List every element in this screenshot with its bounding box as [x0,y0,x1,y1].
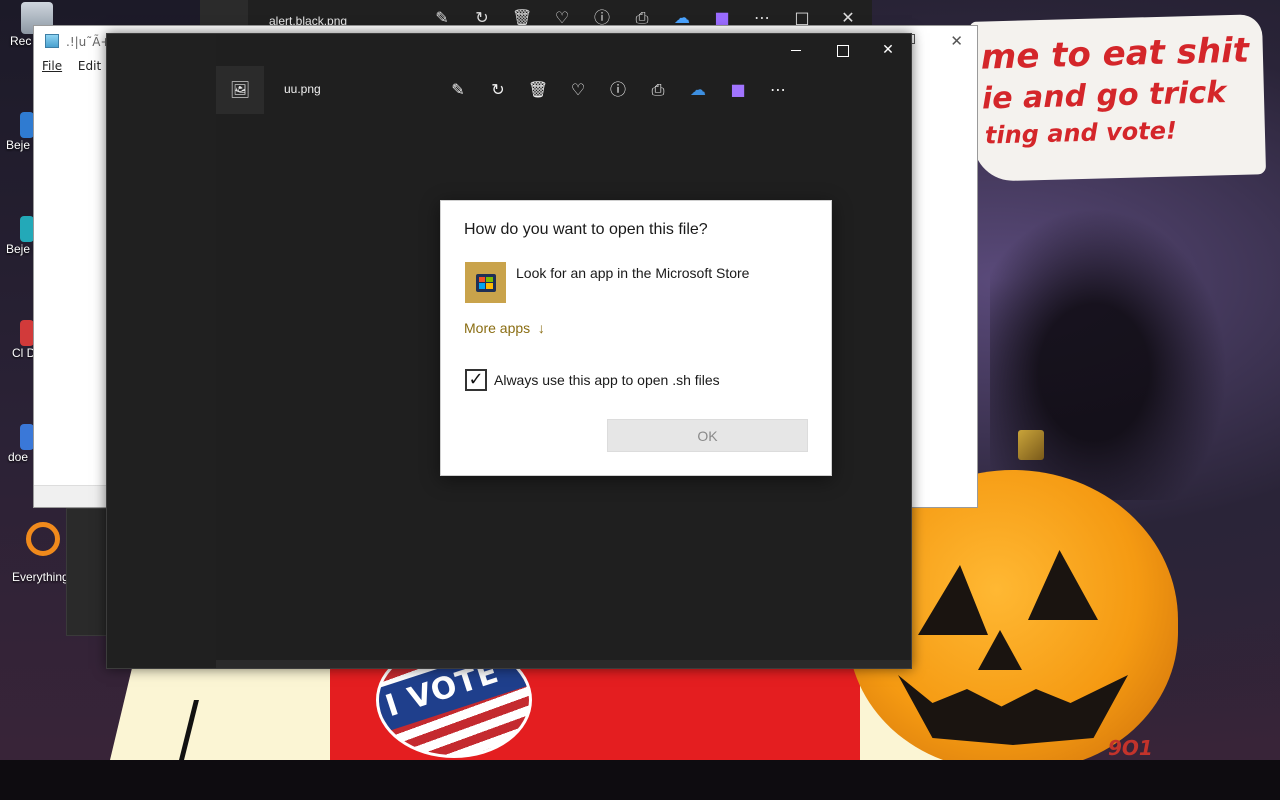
maximize-button[interactable] [819,34,865,66]
always-use-checkbox[interactable]: ✓ [465,369,487,391]
app-shortcut-icon [20,424,34,450]
desktop-icon-game-3[interactable]: Cl D [0,320,36,360]
microsoft-store-icon[interactable] [465,262,506,303]
more-apps-link[interactable]: More apps ↓ [464,320,545,336]
more-apps-label: More apps [464,320,531,336]
wallpaper-bottom-strip [0,760,1280,800]
notepad-icon [45,34,59,48]
favorite-icon[interactable]: ♡ [566,78,590,102]
desktop-icon-app[interactable]: doe [0,424,36,464]
notepad-menubar: File Edit [42,59,113,73]
photos-bottom-bar [216,660,911,668]
edit-icon[interactable]: ✎ [446,78,470,102]
more-icon[interactable]: ⋯ [766,78,790,102]
photos-left-rail [107,34,216,668]
print-icon[interactable]: ⎙ [646,78,670,102]
game-shortcut-icon [20,216,34,242]
clipchamp-icon[interactable]: ■ [726,78,750,102]
photos-toolbar: 🖼 uu.png ✎ ↻ 🗑 ♡ ⓘ ⎙ ☁ ■ ⋯ [216,66,911,114]
open-with-dialog: How do you want to open this file? Look … [440,200,832,476]
arrow-down-icon: ↓ [534,320,545,336]
banner-line-1: me to eat shit [980,30,1250,78]
desktop-icon-label: doe [8,450,29,464]
menu-file[interactable]: File [42,59,62,73]
desktop-icon-label: Beje D [6,138,36,152]
delete-icon[interactable]: 🗑 [526,78,550,102]
always-use-label[interactable]: Always use this app to open .sh files [494,372,720,388]
wallpaper-banner: me to eat shit ie and go trick ting and … [969,14,1267,182]
game-shortcut-icon [20,112,34,138]
rotate-icon[interactable]: ↻ [486,78,510,102]
notepad-statusbar [34,485,108,507]
banner-line-2: ie and go trick [981,75,1227,117]
search-app-icon [26,522,60,556]
desktop-icon-everything[interactable]: Everything [4,522,74,584]
desktop-icon-label: Beje D [6,242,36,256]
pumpkin-label: 9O1 [1108,736,1153,760]
store-option-label[interactable]: Look for an app in the Microsoft Store [516,265,749,281]
ok-button[interactable]: OK [607,419,808,452]
file-name: uu.png [284,82,321,96]
dialog-title: How do you want to open this file? [464,221,708,238]
desktop-icon-game-1[interactable]: Beje D [0,112,36,152]
desktop-icon-label: Everything [12,570,69,584]
wallpaper-small-icon [1018,430,1044,460]
image-file-icon[interactable]: 🖼 [216,66,264,114]
banner-line-3: ting and vote! [984,116,1178,150]
close-button[interactable]: ✕ [865,34,911,66]
background-window-fragment [66,508,108,636]
desktop-icon-game-2[interactable]: Beje D [0,216,36,256]
notepad-close-icon[interactable]: ✕ [950,32,963,50]
game-shortcut-icon [20,320,34,346]
desktop-icon-label: Cl D [12,346,36,360]
minimize-button[interactable] [773,34,819,66]
info-icon[interactable]: ⓘ [606,78,630,102]
menu-edit[interactable]: Edit [78,59,101,73]
onedrive-icon[interactable]: ☁ [686,78,710,102]
